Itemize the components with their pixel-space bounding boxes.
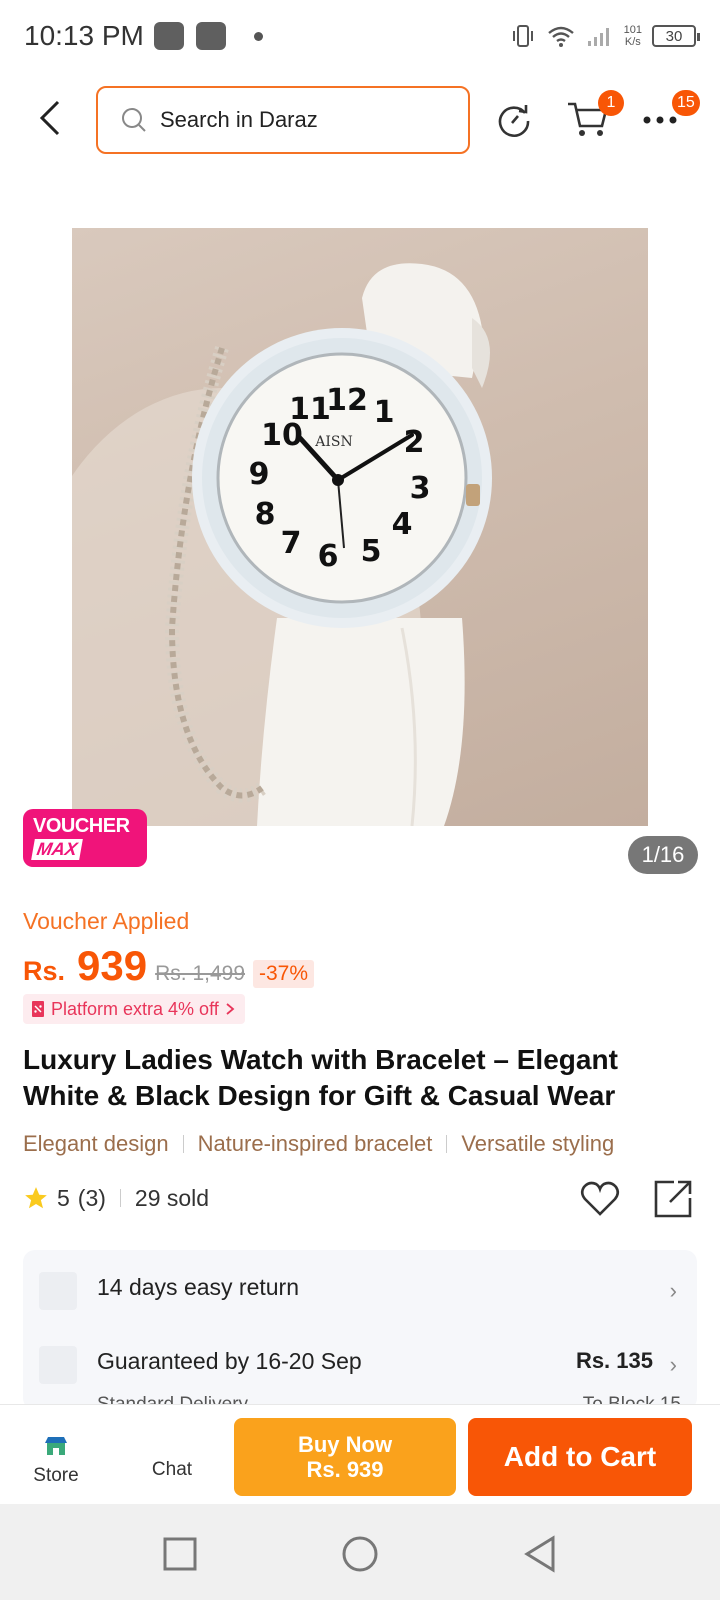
- price-value: 939: [77, 942, 148, 989]
- voucher-max-badge: VOUCHER MAX: [23, 809, 147, 867]
- svg-text:1: 1: [374, 395, 395, 430]
- star-icon: [25, 1187, 47, 1209]
- home-button[interactable]: [338, 1532, 382, 1576]
- battery-icon: 30: [652, 25, 700, 47]
- wishlist-button[interactable]: [578, 1176, 622, 1220]
- network-speed-unit: K/s: [624, 36, 641, 48]
- divider: [119, 1189, 121, 1207]
- buy-now-price: Rs. 939: [306, 1457, 384, 1482]
- triangle-back-icon: [524, 1535, 555, 1573]
- bottom-action-bar: Store Chat Buy Now Rs. 939 Add to Cart: [0, 1404, 720, 1504]
- square-icon: [163, 1537, 197, 1571]
- svg-text:2: 2: [404, 425, 425, 460]
- search-input[interactable]: [160, 107, 440, 133]
- header: 1 15: [0, 82, 720, 158]
- status-bar: 10:13 PM 101 K/s 30: [0, 0, 720, 72]
- cart-count-badge: 1: [598, 90, 624, 116]
- store-button[interactable]: Store: [24, 1435, 88, 1495]
- svg-text:10: 10: [261, 418, 303, 453]
- delivery-icon: [39, 1346, 77, 1384]
- highlight-item: Versatile styling: [461, 1131, 615, 1156]
- sold-count: 29 sold: [134, 1184, 210, 1211]
- notification-icon: [154, 22, 184, 50]
- chat-label: Chat: [151, 1459, 193, 1480]
- platform-promo-tag[interactable]: Platform extra 4% off: [23, 994, 245, 1024]
- delivery-price: Rs. 135: [575, 1348, 653, 1373]
- store-icon: [45, 1437, 67, 1455]
- voucher-applied-label: Voucher Applied: [23, 908, 190, 934]
- network-speed-value: 101: [623, 24, 642, 36]
- buy-now-button[interactable]: Buy Now Rs. 939: [234, 1418, 456, 1496]
- divider: [446, 1135, 448, 1153]
- product-image[interactable]: 12 11 10 9 8 7 6 5 4 3 2 1 AISN: [72, 228, 648, 826]
- circle-icon: [342, 1536, 378, 1572]
- return-label: 14 days easy return: [97, 1274, 300, 1300]
- highlight-item: Nature-inspired bracelet: [197, 1131, 433, 1156]
- svg-text:5: 5: [361, 534, 382, 569]
- rating-count: (3): [77, 1184, 106, 1211]
- signal-icon: [587, 28, 609, 46]
- svg-text:7: 7: [281, 526, 302, 561]
- more-notifications-icon: [254, 32, 263, 41]
- back-nav-button[interactable]: [518, 1532, 562, 1576]
- recent-apps-button[interactable]: [158, 1532, 202, 1576]
- search-icon: [122, 108, 146, 132]
- price-currency: Rs.: [23, 956, 66, 986]
- heart-icon: [580, 1181, 620, 1216]
- rating-row[interactable]: 5 (3) 29 sold: [23, 1180, 209, 1216]
- refresh-button[interactable]: [490, 96, 538, 144]
- product-title: Luxury Ladies Watch with Bracelet – Eleg…: [23, 1044, 618, 1111]
- service-card: 14 days easy return › Guaranteed by 16-2…: [23, 1250, 697, 1410]
- status-time: 10:13 PM: [24, 20, 144, 51]
- discount-badge: -37%: [253, 960, 315, 988]
- rating-value: 5: [57, 1184, 70, 1211]
- return-icon: [39, 1272, 77, 1310]
- image-counter: 1/16: [628, 836, 698, 874]
- share-button[interactable]: [652, 1176, 696, 1220]
- share-icon: [654, 1180, 692, 1218]
- highlight-item: Elegant design: [23, 1131, 169, 1156]
- chevron-right-icon: ›: [669, 1278, 677, 1303]
- chevron-right-icon: [226, 1003, 235, 1015]
- svg-text:AISN: AISN: [314, 434, 352, 450]
- wifi-icon: [547, 26, 574, 47]
- chat-button[interactable]: Chat: [140, 1435, 204, 1495]
- vibrate-icon: [512, 25, 533, 47]
- more-options-button[interactable]: 15: [636, 90, 700, 144]
- back-button[interactable]: [30, 96, 70, 140]
- svg-text:4: 4: [392, 507, 413, 542]
- svg-text:8: 8: [255, 497, 276, 532]
- voucher-badge-line1: VOUCHER: [33, 815, 130, 837]
- return-policy-row[interactable]: 14 days easy return ›: [23, 1258, 697, 1318]
- svg-text:9: 9: [249, 457, 270, 492]
- delivery-row[interactable]: Guaranteed by 16-20 Sep Rs. 135 › Standa…: [23, 1332, 697, 1410]
- search-bar[interactable]: [96, 86, 470, 154]
- svg-text:12: 12: [326, 383, 368, 418]
- store-label: Store: [33, 1465, 79, 1486]
- voucher-badge-line2: MAX: [31, 839, 83, 860]
- chevron-left-icon: [39, 100, 60, 136]
- divider: [182, 1135, 184, 1153]
- system-nav-bar: [0, 1504, 720, 1600]
- network-speed: 101 K/s: [624, 24, 642, 48]
- battery-level: 30: [665, 27, 683, 45]
- price-row: Rs. 939 Rs. 1,499 -37%: [23, 942, 315, 994]
- chat-icon: [140, 1435, 204, 1459]
- watch-image: 12 11 10 9 8 7 6 5 4 3 2 1 AISN: [72, 263, 492, 826]
- delivery-label: Guaranteed by 16-20 Sep: [97, 1348, 362, 1374]
- add-to-cart-button[interactable]: Add to Cart: [468, 1418, 692, 1496]
- promo-label: Platform extra 4% off: [51, 998, 219, 1019]
- more-icon: [643, 116, 677, 124]
- cart-button[interactable]: 1: [564, 90, 624, 144]
- message-count-badge: 15: [672, 90, 700, 116]
- refresh-icon: [498, 105, 530, 137]
- product-highlights: Elegant design Nature-inspired bracelet …: [23, 1127, 713, 1161]
- svg-text:3: 3: [410, 471, 431, 506]
- notification-icon: [196, 22, 226, 50]
- buy-now-label: Buy Now: [297, 1432, 393, 1457]
- chevron-right-icon: ›: [669, 1352, 677, 1377]
- svg-text:6: 6: [318, 539, 339, 574]
- voucher-icon: [32, 1001, 44, 1017]
- original-price: Rs. 1,499: [155, 962, 245, 985]
